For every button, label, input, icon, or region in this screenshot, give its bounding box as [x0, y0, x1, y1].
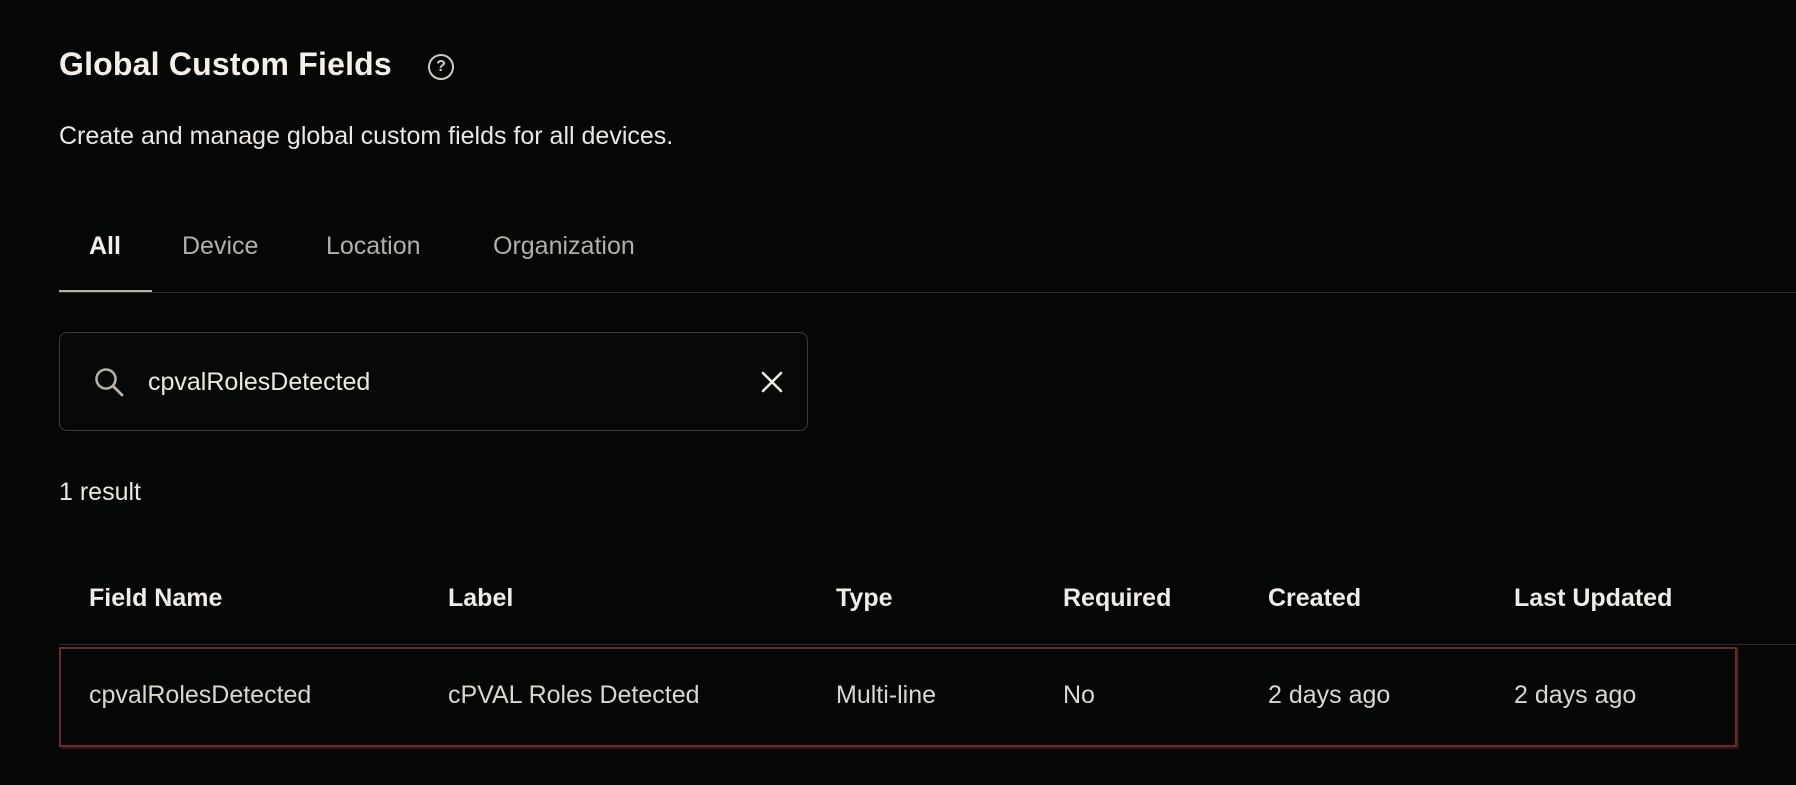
- search-icon: [95, 368, 124, 397]
- column-header-created[interactable]: Created: [1268, 584, 1361, 613]
- close-icon[interactable]: [760, 370, 784, 394]
- page-title: Global Custom Fields: [59, 46, 392, 82]
- column-header-type[interactable]: Type: [836, 584, 893, 613]
- cell-last-updated: 2 days ago: [1514, 681, 1637, 709]
- help-icon[interactable]: ?: [428, 54, 454, 80]
- result-count: 1 result: [59, 478, 141, 506]
- table-header: Field Name Label Type Required Created L…: [59, 560, 1796, 645]
- column-header-last-updated[interactable]: Last Updated: [1514, 584, 1672, 613]
- tab-bar: All Device Location Organization: [59, 220, 1796, 293]
- active-tab-indicator: [59, 290, 152, 292]
- cell-label: cPVAL Roles Detected: [448, 681, 700, 709]
- cell-type: Multi-line: [836, 681, 937, 709]
- cell-field-name: cpvalRolesDetected: [89, 681, 312, 709]
- tab-all[interactable]: All: [89, 232, 121, 261]
- table-row[interactable]: cpvalRolesDetected cPVAL Roles Detected …: [59, 647, 1737, 747]
- tab-location[interactable]: Location: [326, 232, 421, 261]
- cell-created: 2 days ago: [1268, 681, 1391, 709]
- page-subtitle: Create and manage global custom fields f…: [59, 122, 674, 150]
- tab-organization[interactable]: Organization: [493, 232, 635, 261]
- tab-device[interactable]: Device: [182, 232, 258, 261]
- column-header-required[interactable]: Required: [1063, 584, 1171, 613]
- search-box[interactable]: [59, 332, 808, 431]
- search-input[interactable]: [148, 363, 708, 401]
- column-header-label[interactable]: Label: [448, 584, 513, 613]
- cell-required: No: [1063, 681, 1095, 709]
- column-header-field-name[interactable]: Field Name: [89, 584, 222, 613]
